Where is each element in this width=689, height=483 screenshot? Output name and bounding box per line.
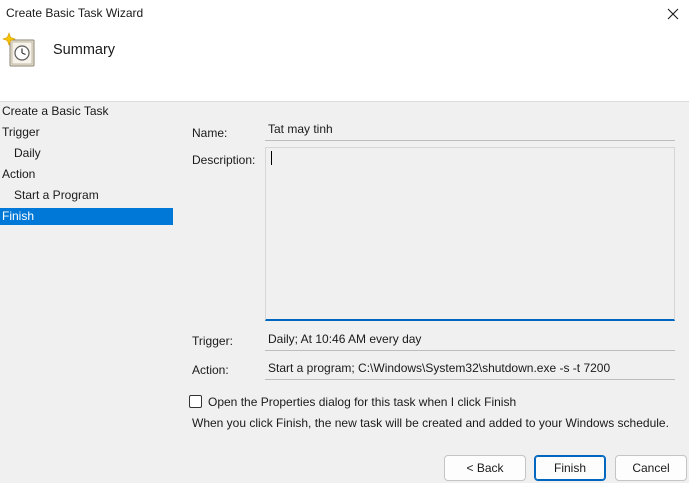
back-button[interactable]: < Back [444,455,526,481]
step-daily[interactable]: Daily [0,145,173,162]
action-label: Action: [192,363,229,377]
close-button[interactable] [657,0,689,28]
step-action[interactable]: Action [0,166,173,183]
close-icon [667,8,679,20]
title-bar: Create Basic Task Wizard [0,0,689,28]
page-title: Summary [53,42,116,58]
task-scheduler-clock-icon [2,32,36,68]
step-start-a-program[interactable]: Start a Program [0,187,173,204]
action-field[interactable]: Start a program; C:\Windows\System32\shu… [265,358,675,380]
trigger-label: Trigger: [192,334,233,348]
trigger-field[interactable]: Daily; At 10:46 AM every day [265,329,675,351]
step-create-basic-task[interactable]: Create a Basic Task [0,103,173,120]
wizard-header: Summary [0,28,689,102]
finish-note: When you click Finish, the new task will… [192,416,669,430]
open-properties-checkbox[interactable] [189,395,202,408]
name-label: Name: [192,126,228,140]
text-caret [271,151,272,165]
name-field[interactable]: Tat may tinh [265,119,675,141]
wizard-steps-nav: Create a Basic Task Trigger Daily Action… [0,103,174,483]
window-title: Create Basic Task Wizard [6,6,144,20]
cancel-button[interactable]: Cancel [615,455,687,481]
description-textarea[interactable] [265,147,675,321]
finish-button[interactable]: Finish [534,455,606,481]
open-properties-label[interactable]: Open the Properties dialog for this task… [208,395,516,409]
step-finish[interactable]: Finish [0,208,173,225]
description-label: Description: [192,153,256,167]
step-trigger[interactable]: Trigger [0,124,173,141]
